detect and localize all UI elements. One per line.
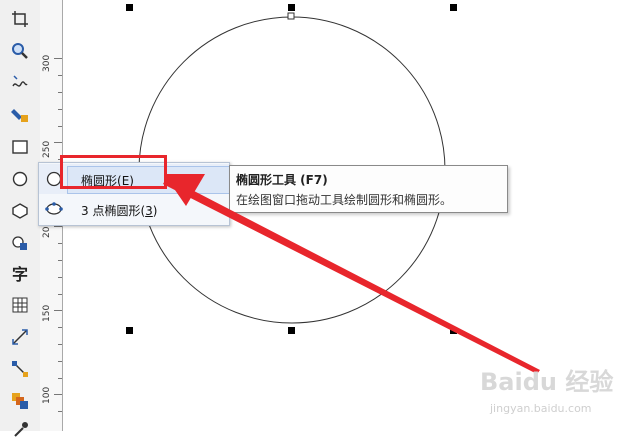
flyout-item-3-point-ellipse[interactable]: 3 点椭圆形(3): [39, 194, 229, 224]
ruler-tick: [54, 142, 62, 143]
watermark-logo-text: Baidu 经验: [480, 368, 614, 396]
ellipse-tool-icon[interactable]: [9, 168, 31, 190]
ruler-tick: [58, 327, 62, 328]
basic-shapes-tool-icon[interactable]: [9, 232, 31, 254]
crop-tool-icon[interactable]: [9, 8, 31, 30]
table-tool-icon[interactable]: [9, 294, 31, 316]
ruler-tick: [58, 243, 62, 244]
eyedropper-tool-icon[interactable]: [9, 418, 31, 440]
ruler-tick: [54, 394, 62, 395]
selection-handle-top-center[interactable]: [288, 4, 295, 11]
ruler-label-300: 300: [42, 54, 52, 72]
freehand-tool-icon[interactable]: [9, 72, 31, 94]
ruler-label-150: 150: [42, 304, 52, 322]
ruler-label-250: 250: [42, 140, 52, 158]
ruler-label-100: 100: [42, 386, 52, 404]
watermark-url: jingyan.baidu.com: [490, 402, 592, 415]
ruler-tick: [58, 411, 62, 412]
ruler-tick: [54, 226, 62, 227]
zoom-tool-icon[interactable]: [9, 40, 31, 62]
ruler-tick: [58, 361, 62, 362]
ruler-tick: [58, 294, 62, 295]
selection-handle-top-right[interactable]: [450, 4, 457, 11]
selection-handle-top-left[interactable]: [126, 4, 133, 11]
flyout-item-label: 3 点椭圆形(3): [81, 204, 158, 218]
tooltip: 椭圆形工具 (F7) 在绘图窗口拖动工具绘制圆形和椭圆形。: [229, 165, 508, 213]
toolbox: 字: [0, 0, 41, 437]
ruler-tick: [58, 92, 62, 93]
baidu-watermark: Baidu 经验 jingyan.baidu.com: [460, 362, 620, 422]
polygon-tool-icon[interactable]: [9, 200, 31, 222]
selection-handle-bottom-center[interactable]: [288, 327, 295, 334]
connector-tool-icon[interactable]: [9, 358, 31, 380]
ruler-tick: [58, 260, 62, 261]
tooltip-description: 在绘图窗口拖动工具绘制圆形和椭圆形。: [236, 193, 453, 207]
three-point-ellipse-icon: [45, 202, 63, 215]
ruler-tick: [58, 277, 62, 278]
rectangle-tool-icon[interactable]: [9, 136, 31, 158]
annotation-highlight-box: [60, 155, 167, 189]
dimension-tool-icon[interactable]: [9, 326, 31, 348]
text-tool-icon[interactable]: 字: [9, 262, 31, 284]
selection-handle-bottom-right[interactable]: [450, 327, 457, 334]
ruler-tick: [58, 75, 62, 76]
flyout-item-shortcut: F7: [187, 172, 202, 186]
ruler-tick: [54, 310, 62, 311]
selection-handle-bottom-left[interactable]: [126, 327, 133, 334]
ruler-tick: [58, 109, 62, 110]
ruler-tick: [58, 378, 62, 379]
ruler-tick: [58, 126, 62, 127]
ruler-tick: [54, 58, 62, 59]
smart-fill-tool-icon[interactable]: [9, 104, 31, 126]
ruler-tick: [58, 344, 62, 345]
tooltip-title: 椭圆形工具 (F7): [236, 173, 328, 187]
blend-tool-icon[interactable]: [9, 390, 31, 412]
